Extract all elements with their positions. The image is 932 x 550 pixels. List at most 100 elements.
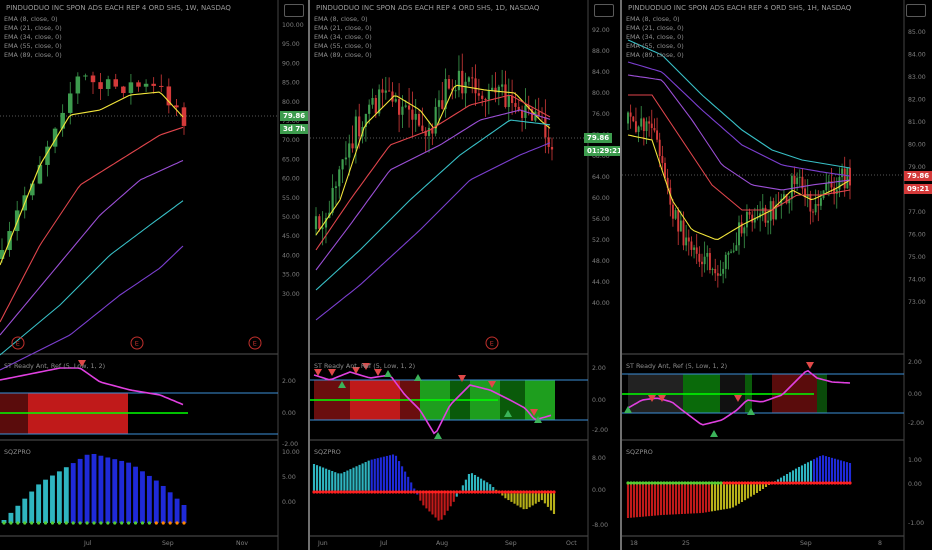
candle-body [487,90,490,100]
momentum-bar [464,479,467,492]
candle-body [404,105,407,107]
weekly-chart-canvas[interactable]: 100.0095.0090.0085.0080.0075.0070.0065.0… [0,0,308,550]
squeeze-dot [791,481,795,485]
daily-chart-canvas[interactable]: 92.0088.0084.0080.0076.0072.0068.0064.00… [310,0,620,550]
momentum-bar [370,459,373,492]
momentum-bar [671,483,675,515]
ema-legend-item[interactable]: EMA (55, close, 0) [314,42,372,51]
candle-body [693,247,696,250]
momentum-bar [355,466,358,492]
momentum-axis-label: 0.00 [908,481,922,488]
squeeze-dot [761,481,765,485]
ema-legend-item[interactable]: EMA (8, close, 0) [314,15,372,24]
candle-body [695,247,698,254]
menu-button[interactable] [906,4,926,17]
squeeze-dot [71,521,75,525]
momentum-bar [543,492,546,504]
ema-legend-item[interactable]: EMA (55, close, 0) [4,42,62,51]
momentum-bar [701,483,705,513]
momentum-bar [528,492,531,508]
squeeze-dot [552,490,556,494]
ema-legend-item[interactable]: EMA (8, close, 0) [626,15,684,24]
ema-line [315,142,551,321]
buy-signal-triangle [710,430,718,437]
momentum-axis-label: 0.00 [592,487,606,494]
ema-legend-item[interactable]: EMA (89, close, 0) [314,51,372,60]
candle-body [464,81,467,94]
squeeze-dot [461,490,465,494]
candle-body [113,79,118,87]
chart-panel-intraday[interactable]: 85.0084.0083.0082.0081.0080.0079.0078.00… [622,0,932,550]
candle-body [716,273,719,276]
squeeze-dot [779,481,783,485]
price-axis-label: 40.00 [282,252,300,259]
chart-panel-weekly[interactable]: 100.00 95.00 90.00 85.00 80.00 75.00 70.00 65.0… [0,0,308,550]
candle-body [706,253,709,257]
momentum-bar [650,483,654,516]
squeeze-dot [800,481,804,485]
momentum-bar [653,483,657,516]
candle-body [75,76,81,94]
candle-body [481,95,484,99]
momentum-label[interactable]: SQZPRO [626,448,653,456]
squeeze-dot [397,490,401,494]
candle-body [368,104,371,114]
momentum-bar [480,478,483,492]
squeeze-dot [683,481,687,485]
squeeze-dot [704,481,708,485]
ema-legend-item[interactable]: EMA (21, close, 0) [314,24,372,33]
ema-legend-item[interactable]: EMA (8, close, 0) [4,15,62,24]
squeeze-dot [333,490,337,494]
momentum-label[interactable]: SQZPRO [314,448,341,456]
candle-body [421,125,424,131]
ema-legend-item[interactable]: EMA (55, close, 0) [626,42,684,51]
candle-body [136,82,141,87]
candle-body [507,95,510,107]
oscillator-axis-label: 2.00 [592,365,606,372]
oscillator-axis-label: -2.00 [908,420,924,427]
ema-line [315,119,551,291]
ema-legend-item[interactable]: EMA (21, close, 0) [4,24,62,33]
momentum-bar [112,459,118,523]
candle-body [809,193,812,212]
momentum-bar [398,461,401,492]
price-axis-label: 60.00 [592,195,610,202]
candle-body [454,90,457,92]
squeeze-dot [57,521,61,525]
ema-legend-item[interactable]: EMA (89, close, 0) [4,51,62,60]
menu-button[interactable] [284,4,304,17]
ema-line [627,74,851,191]
squeeze-dot [794,481,798,485]
candle-body [701,261,703,265]
candle-body [407,105,411,110]
momentum-bar [647,483,651,517]
candle-body [843,168,846,189]
menu-button[interactable] [594,4,614,17]
candle-body [703,256,706,265]
candle-body [751,214,754,223]
chart-panel-daily[interactable]: 92.0088.0084.0080.0076.0072.0068.0064.00… [310,0,620,550]
squeeze-dot [653,481,657,485]
squeeze-dot [382,490,386,494]
squeeze-dot [324,490,328,494]
ema-legend-item[interactable]: EMA (34, close, 0) [626,33,684,42]
ema-legend-item[interactable]: EMA (89, close, 0) [626,51,684,60]
squeeze-dot [357,490,362,494]
oscillator-label[interactable]: ST Ready Ant, Ref (5, Low, 1, 2) [314,362,415,370]
momentum-bar [361,463,364,492]
ema-legend-item[interactable]: EMA (21, close, 0) [626,24,684,33]
time-axis-label: Jul [83,540,92,547]
squeeze-dot [127,521,131,525]
intraday-chart-canvas[interactable]: 85.0084.0083.0082.0081.0080.0079.0078.00… [622,0,932,550]
candle-body [90,75,96,83]
ema-legend-item[interactable]: EMA (34, close, 0) [314,33,372,42]
ema-legend-item[interactable]: EMA (34, close, 0) [4,33,62,42]
momentum-bar [629,483,633,518]
oscillator-label[interactable]: ST Ready Ant, Ref (5, Low, 1, 2) [4,362,105,370]
momentum-bar [376,458,379,492]
momentum-label[interactable]: SQZPRO [4,448,31,456]
squeeze-dot [770,481,774,485]
momentum-bar [315,465,319,492]
oscillator-label[interactable]: ST Ready Ant, Ref (5, Low, 1, 2) [626,362,727,370]
time-axis-label: Sep [800,540,812,547]
